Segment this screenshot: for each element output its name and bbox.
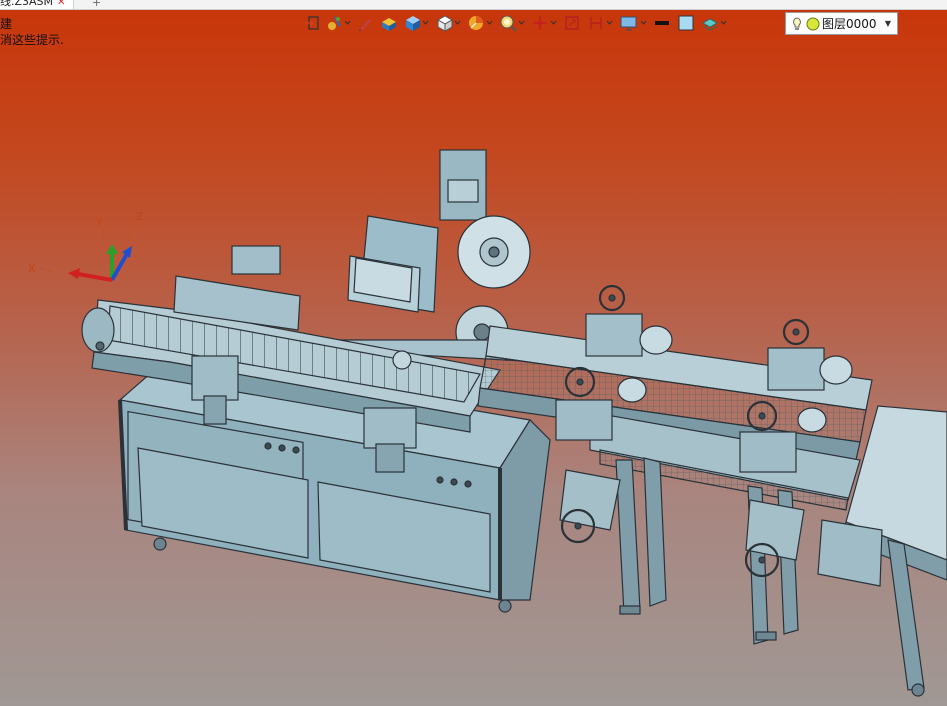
chevron-down-icon[interactable] [486,20,493,26]
frame-button[interactable] [563,12,581,34]
layer-color-icon [806,17,820,30]
box-icon [436,15,453,32]
triad-z-label: Z [136,210,144,223]
chevron-down-icon[interactable] [606,20,613,26]
close-tab-icon[interactable]: ✕ [57,0,65,8]
chevron-down-icon[interactable] [344,20,351,26]
coordinate-triad[interactable]: X Y Z [28,210,144,282]
tab-strip: 线.Z3ASM ✕ + [0,0,947,10]
document-tab-title: 线.Z3ASM [0,0,54,8]
paint-button[interactable] [379,12,397,34]
monitor-icon [620,16,637,31]
lightbulb-icon[interactable] [790,16,804,32]
layer-stack-button[interactable] [701,12,727,34]
box-button[interactable] [435,12,461,34]
pencil-icon [359,19,371,31]
cube-button[interactable] [403,12,429,34]
layer-select[interactable]: 图层0000 ▼ [785,12,898,35]
pie-icon [469,16,483,30]
sketch-button[interactable] [327,12,351,34]
triad-y-label: Y [95,216,103,229]
zoom-icon [500,15,517,32]
new-tab-button[interactable]: + [92,0,101,9]
display-button[interactable] [619,12,647,34]
axis-button[interactable] [531,12,557,34]
frame-icon [565,16,579,30]
model-viewport[interactable]: X Y Z [0,40,947,706]
document-tab[interactable]: 线.Z3ASM ✕ [0,0,75,9]
zoom-button[interactable] [499,12,525,34]
chevron-down-icon[interactable] [422,20,429,26]
sketch-icon [328,16,341,30]
layer-stack-icon [701,18,719,31]
ruler-button[interactable] [587,12,613,34]
axis-icon [533,16,547,30]
hint-line-1: 建 [0,17,13,31]
pie-button[interactable] [467,12,493,34]
chevron-down-icon[interactable] [550,20,557,26]
labeling-machine-model[interactable] [81,149,947,697]
exit-icon [305,16,319,30]
chevron-down-icon[interactable] [454,20,461,26]
cube-icon [406,16,420,31]
layer-name: 图层0000 [822,17,877,31]
ruler-icon [590,17,602,29]
pencil-button[interactable] [357,12,373,34]
chevron-down-icon[interactable]: ▼ [885,19,891,28]
view-toolbar [303,12,733,34]
paint-bucket-icon [382,18,396,31]
chevron-down-icon[interactable] [640,20,647,26]
chevron-down-icon[interactable] [720,20,727,26]
line-color-button[interactable] [653,12,671,34]
fill-color-button[interactable] [677,12,695,34]
fill-color-icon [678,15,694,31]
exit-button[interactable] [303,12,321,34]
line-color-icon [655,21,669,25]
chevron-down-icon[interactable] [518,20,525,26]
triad-x-label: X [28,262,36,275]
